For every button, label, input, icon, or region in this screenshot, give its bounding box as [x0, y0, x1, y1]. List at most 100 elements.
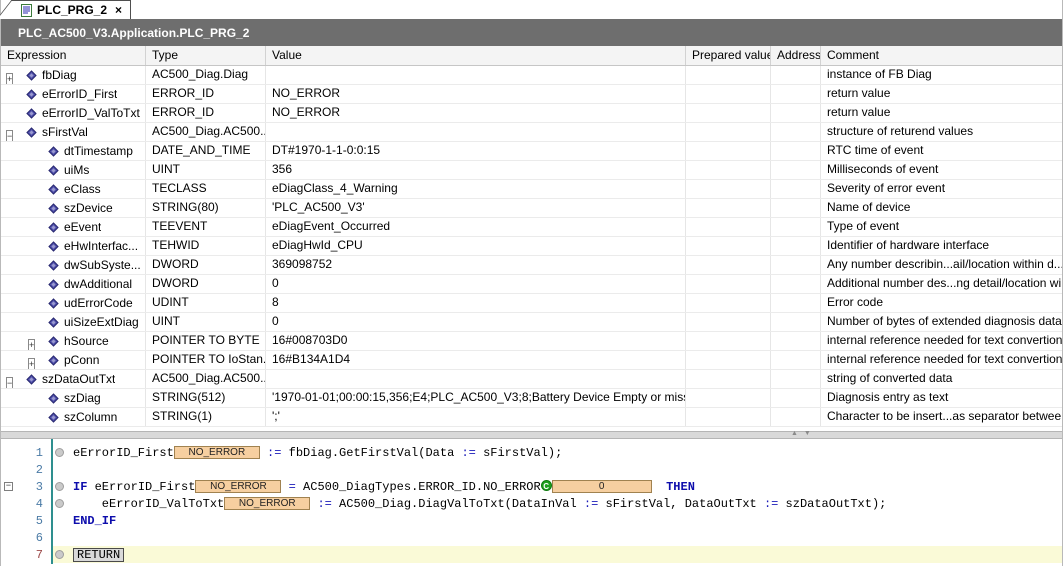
table-row[interactable]: szDeviceSTRING(80)'PLC_AC500_V3' Name of … — [1, 199, 1062, 218]
expand-icon[interactable]: + — [6, 73, 13, 85]
type-cell[interactable]: STRING(80) — [146, 199, 266, 217]
code-line-current[interactable]: 7RETURN — [1, 546, 1062, 563]
column-header-address[interactable]: Address — [771, 46, 821, 65]
comment-cell[interactable]: Name of device — [821, 199, 1062, 217]
code-editor[interactable]: 1eErrorID_FirstNO_ERROR := fbDiag.GetFir… — [1, 439, 1062, 564]
table-row[interactable]: eEventTEEVENTeDiagEvent_OccurredType of … — [1, 218, 1062, 237]
breakpoint-marker-icon[interactable] — [55, 499, 64, 508]
prepared-value-cell[interactable] — [686, 256, 771, 274]
breakpoint-marker-icon[interactable] — [55, 482, 64, 491]
expression-cell[interactable]: eHwInterfac... — [1, 237, 146, 255]
address-cell[interactable] — [771, 389, 821, 407]
expression-cell[interactable]: eErrorID_First — [1, 85, 146, 103]
close-icon[interactable]: × — [115, 4, 122, 16]
code-line[interactable]: 5END_IF — [1, 512, 1062, 529]
expression-cell[interactable]: −sFirstVal — [1, 123, 146, 141]
prepared-value-cell[interactable] — [686, 313, 771, 331]
prepared-value-cell[interactable] — [686, 408, 771, 426]
fold-collapse-icon[interactable]: − — [4, 482, 13, 491]
value-cell[interactable]: DT#1970-1-1-0:0:15 — [266, 142, 686, 160]
value-cell[interactable]: eDiagEvent_Occurred — [266, 218, 686, 236]
address-cell[interactable] — [771, 237, 821, 255]
address-cell[interactable] — [771, 351, 821, 369]
expression-cell[interactable]: dwSubSyste... — [1, 256, 146, 274]
comment-cell[interactable]: RTC time of event — [821, 142, 1062, 160]
address-cell[interactable] — [771, 275, 821, 293]
column-header-prepared-value[interactable]: Prepared value — [686, 46, 771, 65]
type-cell[interactable]: TEHWID — [146, 237, 266, 255]
address-cell[interactable] — [771, 142, 821, 160]
address-cell[interactable] — [771, 256, 821, 274]
table-row[interactable]: dwSubSyste...DWORD369098752Any number de… — [1, 256, 1062, 275]
address-cell[interactable] — [771, 123, 821, 141]
table-row[interactable]: eErrorID_ValToTxtERROR_IDNO_ERRORreturn … — [1, 104, 1062, 123]
address-cell[interactable] — [771, 370, 821, 388]
type-cell[interactable]: AC500_Diag.AC500... — [146, 370, 266, 388]
prepared-value-cell[interactable] — [686, 142, 771, 160]
expression-cell[interactable]: szDevice — [1, 199, 146, 217]
prepared-value-cell[interactable] — [686, 351, 771, 369]
comment-cell[interactable]: Milliseconds of event — [821, 161, 1062, 179]
collapse-icon[interactable]: − — [6, 377, 13, 389]
prepared-value-cell[interactable] — [686, 332, 771, 350]
column-header-value[interactable]: Value — [266, 46, 686, 65]
type-cell[interactable]: ERROR_ID — [146, 104, 266, 122]
value-cell[interactable]: 16#008703D0 — [266, 332, 686, 350]
address-cell[interactable] — [771, 66, 821, 84]
type-cell[interactable]: TECLASS — [146, 180, 266, 198]
value-cell[interactable]: 8 — [266, 294, 686, 312]
expand-icon[interactable]: + — [28, 358, 35, 370]
address-cell[interactable] — [771, 85, 821, 103]
table-row[interactable]: uiSizeExtDiagUINT0Number of bytes of ext… — [1, 313, 1062, 332]
address-cell[interactable] — [771, 313, 821, 331]
prepared-value-cell[interactable] — [686, 180, 771, 198]
comment-cell[interactable]: Severity of error event — [821, 180, 1062, 198]
table-row[interactable]: +hSourcePOINTER TO BYTE16#008703D0intern… — [1, 332, 1062, 351]
breakpoint-marker-icon[interactable] — [55, 550, 64, 559]
value-cell[interactable]: 16#B134A1D4 — [266, 351, 686, 369]
address-cell[interactable] — [771, 180, 821, 198]
code-line[interactable]: 6 — [1, 529, 1062, 546]
prepared-value-cell[interactable] — [686, 104, 771, 122]
prepared-value-cell[interactable] — [686, 370, 771, 388]
address-cell[interactable] — [771, 294, 821, 312]
breakpoint-marker-icon[interactable] — [55, 448, 64, 457]
value-cell[interactable]: NO_ERROR — [266, 85, 686, 103]
comment-cell[interactable]: Identifier of hardware interface — [821, 237, 1062, 255]
table-row[interactable]: udErrorCodeUDINT8Error code — [1, 294, 1062, 313]
expression-cell[interactable]: −szDataOutTxt — [1, 370, 146, 388]
type-cell[interactable]: STRING(1) — [146, 408, 266, 426]
prepared-value-cell[interactable] — [686, 161, 771, 179]
expression-cell[interactable]: dwAdditional — [1, 275, 146, 293]
value-cell[interactable]: 'PLC_AC500_V3' — [266, 199, 686, 217]
prepared-value-cell[interactable] — [686, 294, 771, 312]
table-row[interactable]: szColumnSTRING(1)';'Character to be inse… — [1, 408, 1062, 427]
code-line[interactable]: 2 — [1, 461, 1062, 478]
table-row[interactable]: szDiagSTRING(512)'1970-01-01;00:00:15,35… — [1, 389, 1062, 408]
address-cell[interactable] — [771, 408, 821, 426]
table-row[interactable]: +pConnPOINTER TO IoStan...16#B134A1D4int… — [1, 351, 1062, 370]
address-cell[interactable] — [771, 199, 821, 217]
value-cell[interactable]: '1970-01-01;00:00:15,356;E4;PLC_AC500_V3… — [266, 389, 686, 407]
collapse-icon[interactable]: − — [6, 130, 13, 142]
address-cell[interactable] — [771, 218, 821, 236]
comment-cell[interactable]: return value — [821, 104, 1062, 122]
value-cell[interactable]: ';' — [266, 408, 686, 426]
expression-cell[interactable]: dtTimestamp — [1, 142, 146, 160]
panel-splitter[interactable]: ▲▼ — [1, 431, 1062, 439]
comment-cell[interactable]: internal reference needed for text conve… — [821, 351, 1062, 369]
prepared-value-cell[interactable] — [686, 218, 771, 236]
type-cell[interactable]: POINTER TO IoStan... — [146, 351, 266, 369]
prepared-value-cell[interactable] — [686, 389, 771, 407]
code-line[interactable]: 4 eErrorID_ValToTxtNO_ERROR := AC500_Dia… — [1, 495, 1062, 512]
type-cell[interactable]: DWORD — [146, 275, 266, 293]
expression-cell[interactable]: uiSizeExtDiag — [1, 313, 146, 331]
value-cell[interactable]: 356 — [266, 161, 686, 179]
comment-cell[interactable]: string of converted data — [821, 370, 1062, 388]
prepared-value-cell[interactable] — [686, 66, 771, 84]
comment-cell[interactable]: instance of FB Diag — [821, 66, 1062, 84]
expression-cell[interactable]: uiMs — [1, 161, 146, 179]
comment-cell[interactable]: Character to be insert...as separator be… — [821, 408, 1062, 426]
type-cell[interactable]: DWORD — [146, 256, 266, 274]
expression-cell[interactable]: eErrorID_ValToTxt — [1, 104, 146, 122]
